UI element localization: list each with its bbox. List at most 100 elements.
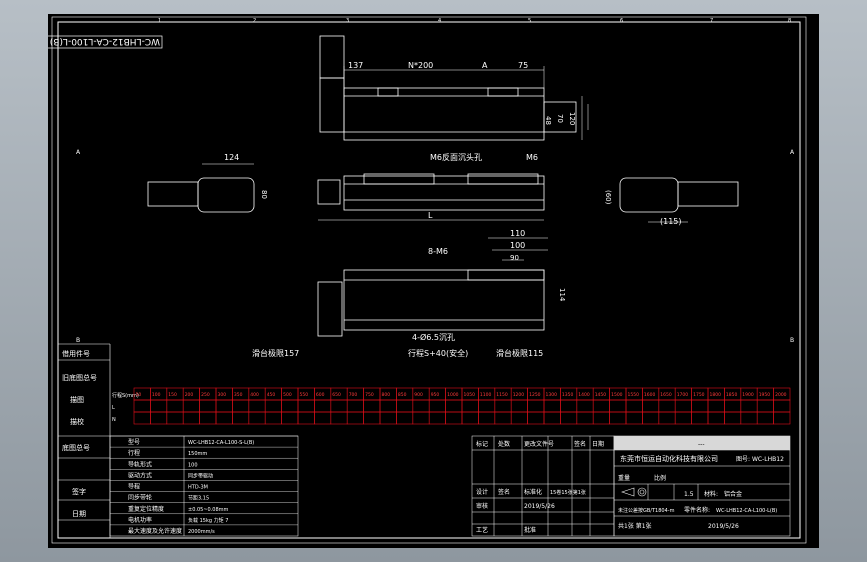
rev-header: 签名	[574, 440, 586, 448]
stroke-row-label: N	[112, 417, 116, 423]
stroke-cell	[478, 399, 496, 413]
stroke-cell	[740, 399, 758, 413]
rev-header: 处数	[498, 440, 510, 448]
stroke-cell	[707, 399, 725, 413]
drawing-canvas: 1 2 3 4 5 6 7 8 A B A B WC-LHB12-CA-L100…	[29, 16, 807, 544]
stroke-cell	[560, 399, 578, 413]
stroke-cell	[543, 411, 561, 425]
stroke-value: 200	[185, 392, 194, 398]
stroke-value: 750	[365, 392, 374, 398]
code-label: WC-LHB12-CA-L100-L(B)	[29, 35, 163, 49]
stroke-cell	[609, 411, 627, 425]
spec-label: 电机功率	[128, 516, 152, 524]
stroke-cell	[560, 411, 578, 425]
stroke-cell	[461, 399, 479, 413]
rev-date: 2019/5/26	[524, 503, 555, 510]
stroke-value: 950	[431, 392, 440, 398]
stroke-cell	[281, 411, 299, 425]
stroke-cell	[658, 399, 676, 413]
stroke-cell	[478, 411, 496, 425]
stroke-cell	[445, 411, 463, 425]
label-stroke-right: 滑台极限115	[496, 348, 543, 358]
stroke-cell	[445, 399, 463, 413]
stroke-cell	[215, 399, 233, 413]
label-8-m6: 8-M6	[428, 247, 448, 256]
stroke-cell	[150, 411, 168, 425]
dim-80: 80	[260, 190, 268, 199]
scale-value: 1.5	[684, 491, 694, 498]
stroke-cell	[691, 411, 709, 425]
stroke-cell	[494, 399, 512, 413]
grid-number: 3	[346, 18, 349, 24]
stroke-value: 300	[218, 392, 227, 398]
stroke-value: 150	[168, 392, 177, 398]
stroke-value: 50	[136, 392, 142, 398]
label-holes: 4-Ø6.5沉孔	[412, 332, 455, 342]
stroke-value: 450	[267, 392, 276, 398]
side-label: 旧底图总号	[62, 373, 97, 382]
stroke-value: 1450	[595, 392, 607, 398]
dim-114: 114	[558, 288, 566, 302]
rev-cell: 审核	[476, 502, 488, 510]
rev-cell: 设计	[476, 488, 488, 496]
rev-cell: 签名	[498, 488, 510, 496]
projection-symbol-icon	[621, 487, 647, 497]
spec-value: WC-LHB12-CA-L100-S-L(B)	[188, 440, 254, 446]
stroke-value: 900	[414, 392, 423, 398]
material-label: 材料:	[704, 490, 718, 498]
stroke-cell	[625, 399, 643, 413]
dim-a: A	[482, 61, 488, 70]
stroke-cell	[396, 411, 414, 425]
stroke-cell	[133, 411, 151, 425]
rev-cell: 15卷15张第1张	[550, 489, 586, 496]
label-m6-back: M6反面沉头孔	[430, 152, 482, 162]
stroke-cell	[543, 399, 561, 413]
stroke-cell	[428, 399, 446, 413]
side-label: 借用件号	[62, 349, 90, 358]
stroke-cell	[707, 411, 725, 425]
stroke-cell	[592, 399, 610, 413]
stroke-value: 1250	[529, 392, 541, 398]
stroke-value: 1500	[611, 392, 623, 398]
stroke-cell	[264, 411, 282, 425]
rev-header: 更改文件号	[524, 440, 554, 448]
stroke-cell	[396, 399, 414, 413]
front-view	[317, 173, 545, 211]
side-view-left	[147, 177, 255, 213]
stroke-cell	[773, 399, 791, 413]
dim-115: (115)	[660, 217, 682, 226]
material-value: 铝合金	[724, 490, 742, 498]
side-label: 日期	[72, 510, 86, 518]
stroke-value: 1700	[677, 392, 689, 398]
dim-60: (60)	[604, 190, 612, 205]
stroke-cell	[724, 399, 742, 413]
dim-90: 90	[510, 254, 519, 262]
rev-cell: 工艺	[476, 526, 488, 534]
stroke-value: 700	[349, 392, 358, 398]
stroke-cell	[166, 399, 184, 413]
stroke-cell	[576, 411, 594, 425]
stroke-cell	[346, 399, 364, 413]
stroke-cell	[297, 399, 315, 413]
grid-number: 8	[788, 18, 791, 24]
spec-label: 同步带轮	[128, 494, 152, 502]
spec-label: 导轨形式	[128, 460, 152, 468]
stroke-cell	[248, 411, 266, 425]
grid-numbers: 1 2 3 4 5 6 7 8	[158, 18, 791, 24]
stroke-cell	[232, 411, 250, 425]
grid-letter-a: A	[76, 149, 81, 156]
side-label: 签字	[72, 487, 86, 496]
stroke-cell	[314, 399, 332, 413]
stroke-cell	[133, 399, 151, 413]
side-label: 描图	[70, 395, 84, 404]
rev-header: 日期	[592, 440, 604, 448]
grid-number: 4	[438, 18, 441, 24]
spec-label: 导程	[128, 483, 140, 491]
stroke-cell	[314, 411, 332, 425]
revision-table	[471, 435, 615, 537]
stroke-cell	[756, 411, 774, 425]
sheet-label: 共1张 第1张	[618, 522, 652, 530]
stroke-value: 600	[316, 392, 325, 398]
stroke-cell	[379, 411, 397, 425]
stroke-cell	[609, 399, 627, 413]
